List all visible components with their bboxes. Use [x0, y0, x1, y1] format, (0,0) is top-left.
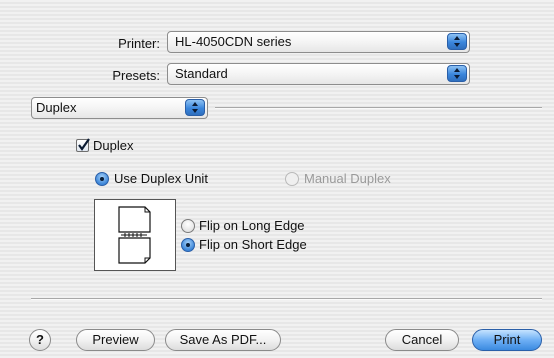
duplex-checkbox-label: Duplex: [93, 138, 134, 153]
manual-duplex-label: Manual Duplex: [304, 171, 391, 186]
radio-manual-duplex[interactable]: Manual Duplex: [285, 171, 415, 187]
cancel-button[interactable]: Cancel: [385, 329, 459, 351]
presets-value: Standard: [175, 66, 228, 81]
presets-popup[interactable]: Standard: [167, 63, 470, 85]
radio-selected-icon: [181, 238, 195, 252]
preview-button[interactable]: Preview: [76, 329, 155, 351]
duplex-pages-icon: [118, 206, 151, 264]
radio-flip-long-edge[interactable]: Flip on Long Edge: [181, 218, 341, 234]
popup-arrows-icon: [447, 65, 467, 82]
flip-long-edge-label: Flip on Long Edge: [199, 218, 305, 233]
flip-short-edge-label: Flip on Short Edge: [199, 237, 307, 252]
save-as-pdf-button[interactable]: Save As PDF...: [165, 329, 281, 351]
radio-unselected-icon: [181, 219, 195, 233]
radio-disabled-icon: [285, 172, 299, 186]
printer-popup[interactable]: HL-4050CDN series: [167, 31, 470, 53]
panel-selector-popup[interactable]: Duplex: [31, 97, 208, 119]
printer-label: Printer:: [118, 36, 160, 51]
panel-selector-value: Duplex: [36, 100, 77, 115]
radio-selected-icon: [95, 172, 109, 186]
duplex-preview-image: [94, 199, 176, 271]
popup-arrows-icon: [185, 99, 205, 116]
presets-label: Presets:: [112, 68, 160, 83]
radio-flip-short-edge[interactable]: Flip on Short Edge: [181, 237, 341, 253]
panel-separator: [215, 107, 542, 109]
use-duplex-unit-label: Use Duplex Unit: [114, 171, 208, 186]
print-button[interactable]: Print: [472, 329, 542, 351]
help-button[interactable]: ?: [29, 329, 51, 351]
radio-use-duplex-unit[interactable]: Use Duplex Unit: [95, 171, 235, 187]
popup-arrows-icon: [447, 33, 467, 50]
checkmark-icon: [78, 138, 90, 151]
bottom-separator: [31, 298, 542, 300]
duplex-checkbox[interactable]: Duplex: [76, 138, 186, 154]
printer-value: HL-4050CDN series: [175, 34, 292, 49]
